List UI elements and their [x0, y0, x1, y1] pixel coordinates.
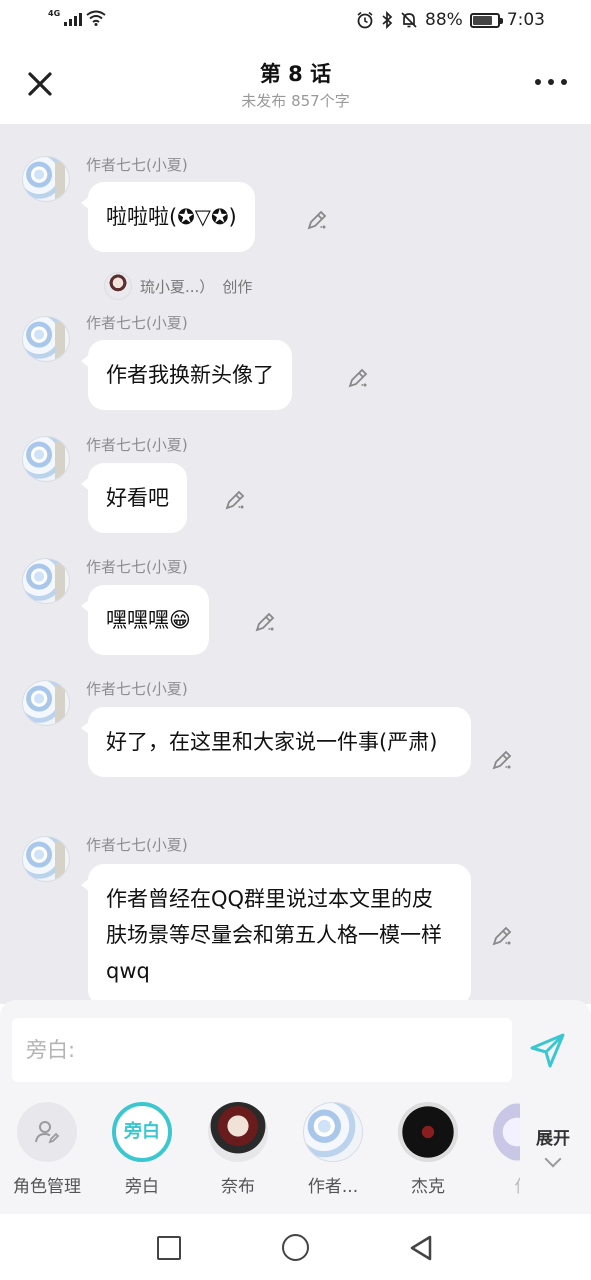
edit-icon[interactable]	[253, 610, 277, 634]
message-bubble[interactable]: 好了，在这里和大家说一件事(严肃)	[81, 707, 471, 777]
clock: 7:03	[506, 10, 545, 30]
edit-icon[interactable]	[346, 366, 370, 390]
mute-icon	[401, 12, 417, 28]
more-icon	[535, 79, 541, 85]
message-bubble[interactable]: 啦啦啦(✪▽✪)	[81, 182, 255, 252]
message-bubble[interactable]: 好看吧	[81, 463, 187, 533]
battery-percent: 88%	[425, 10, 463, 30]
role-avatar[interactable]	[104, 272, 132, 300]
sender-name: 作者七七(小夏)	[86, 680, 188, 698]
composer-panel: 角色管理 旁白 旁白 奈布 作者... 杰克 作 展开	[0, 1000, 591, 1214]
role-label: 作	[478, 1172, 521, 1197]
edit-icon[interactable]	[490, 924, 514, 948]
role-selector: 角色管理 旁白 旁白 奈布 作者... 杰克 作	[0, 1100, 520, 1200]
role-avatar	[493, 1102, 520, 1162]
chevron-down-icon	[544, 1150, 562, 1168]
recent-apps-button[interactable]	[157, 1236, 181, 1260]
role-notice: 琉小夏...） 创作	[104, 270, 252, 302]
edit-icon[interactable]	[490, 748, 514, 772]
status-right: 88% 7:03	[356, 10, 545, 30]
home-button[interactable]	[282, 1234, 309, 1261]
message-bubble[interactable]: 嘿嘿嘿😁	[81, 585, 209, 655]
message-bubble[interactable]: 作者我换新头像了	[81, 340, 292, 410]
role-label: 旁白	[125, 1177, 159, 1197]
author-avatar[interactable]	[22, 836, 70, 882]
role-label: 作者...	[307, 1177, 359, 1197]
wifi-icon	[86, 10, 106, 26]
more-button[interactable]	[535, 72, 567, 92]
bluetooth-icon	[382, 11, 393, 29]
header: 第 8 话 未发布 857个字	[0, 44, 591, 124]
expand-label: 展开	[536, 1129, 570, 1149]
role-label: 角色管理	[13, 1177, 81, 1197]
author-avatar[interactable]	[22, 156, 70, 202]
system-nav-bar	[0, 1214, 591, 1280]
send-button[interactable]	[528, 1030, 568, 1070]
role-notice-name: 琉小夏...）	[140, 277, 215, 296]
narrator-badge: 旁白	[112, 1102, 172, 1162]
role-manage-icon	[35, 1121, 60, 1144]
sender-name: 作者七七(小夏)	[86, 836, 188, 854]
role-notice-action: 创作	[222, 277, 253, 296]
sender-name: 作者七七(小夏)	[86, 314, 188, 332]
role-avatar	[303, 1102, 363, 1162]
battery-icon	[469, 12, 503, 28]
message-bubble[interactable]: 作者曾经在QQ群里说过本文里的皮肤场景等尽量会和第五人格一模一样qwq	[81, 864, 471, 1004]
signal-icon	[64, 10, 83, 26]
signal-group: 4G	[48, 9, 106, 26]
message-input[interactable]	[12, 1018, 512, 1082]
edit-icon[interactable]	[223, 488, 247, 512]
sender-name: 作者七七(小夏)	[86, 436, 188, 454]
page-title: 第 8 话	[259, 62, 332, 86]
role-avatar	[208, 1102, 268, 1162]
author-avatar[interactable]	[22, 316, 70, 362]
role-label: 奈布	[221, 1177, 255, 1197]
sender-name: 作者七七(小夏)	[86, 156, 188, 174]
expand-button[interactable]: 展开	[528, 1124, 578, 1168]
author-avatar[interactable]	[22, 558, 70, 604]
network-type: 4G	[48, 9, 61, 18]
chat-area[interactable]: 作者七七(小夏) 啦啦啦(✪▽✪) 琉小夏...） 创作 作者七七(小夏) 作者…	[0, 124, 591, 1004]
edit-icon[interactable]	[305, 208, 329, 232]
author-avatar[interactable]	[22, 436, 70, 482]
role-avatar	[398, 1102, 458, 1162]
alarm-icon	[357, 11, 373, 29]
send-icon	[530, 1033, 565, 1068]
author-avatar[interactable]	[22, 680, 70, 726]
back-button[interactable]	[408, 1234, 434, 1262]
role-label: 杰克	[411, 1177, 445, 1197]
page-subtitle: 未发布 857个字	[241, 92, 350, 110]
status-bar: 4G 88% 7:03	[0, 0, 591, 44]
message-input-box[interactable]	[12, 1018, 512, 1082]
sender-name: 作者七七(小夏)	[86, 558, 188, 576]
